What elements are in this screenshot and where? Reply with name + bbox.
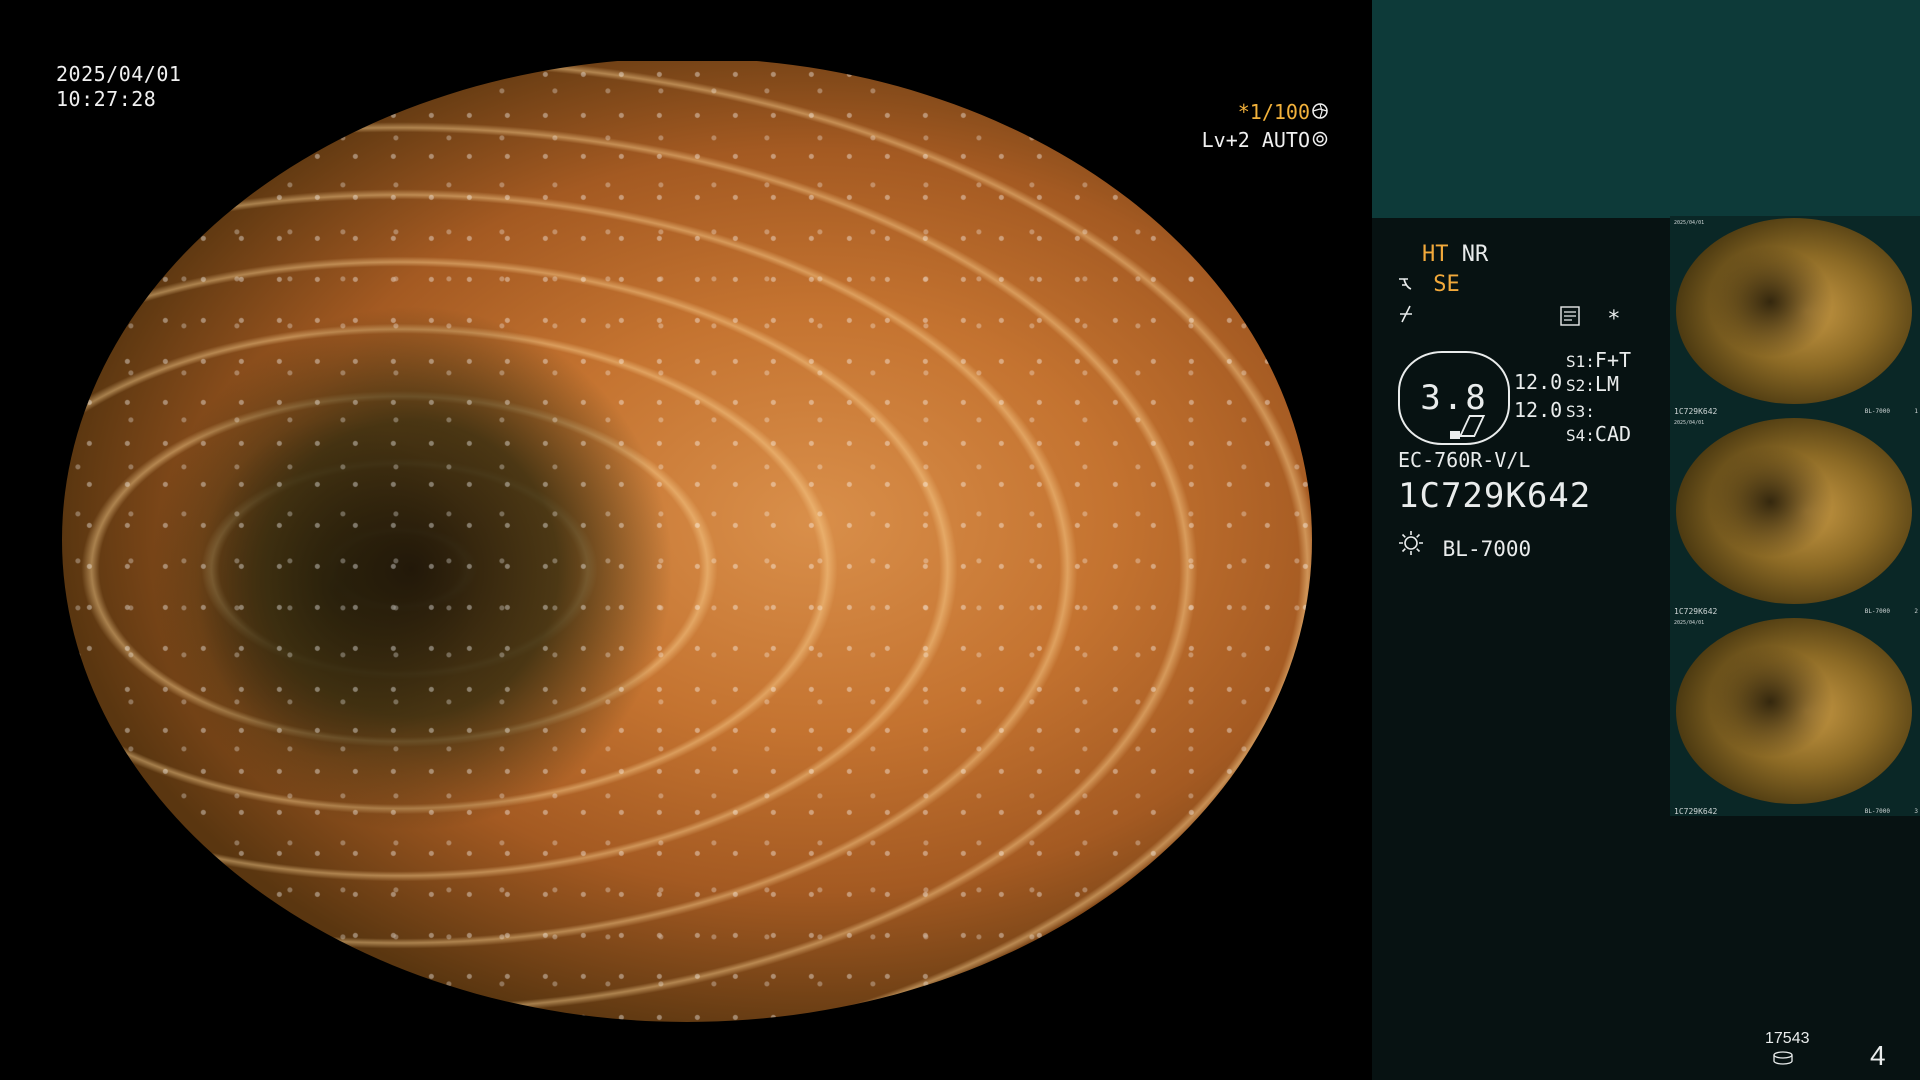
info-panel: HT NR SE * 3.8 12.0 12.0 S1:F+T S2:LM S3…	[1372, 0, 1920, 1080]
s4-label: S4:	[1566, 426, 1595, 445]
exposure-overlay: *1/100 Lv+2 AUTO	[1202, 98, 1330, 154]
s2-label: S2:	[1566, 376, 1595, 395]
endoscope-view: 2025/04/01 10:27:28 *1/100 Lv+2 AUTO	[0, 0, 1372, 1080]
page-number: 4	[1870, 1040, 1886, 1071]
light-source-model: BL-7000	[1442, 537, 1532, 561]
thumbnail-light: BL-7000	[1864, 808, 1890, 815]
value-top: 12.0	[1514, 370, 1563, 394]
thumbnail-image	[1676, 418, 1912, 604]
s2-value: LM	[1594, 372, 1619, 396]
thumbnail-image	[1676, 218, 1912, 404]
thumbnail-light: BL-7000	[1864, 408, 1890, 415]
thumbnail-image	[1676, 618, 1912, 804]
thumbnail-date: 2025/04/01	[1674, 220, 1705, 226]
image-counter: 17543	[1765, 1030, 1810, 1047]
thumbnail-number: 3	[1914, 808, 1918, 815]
se-label: SE	[1433, 272, 1460, 297]
thumbnail-caption: 1C729K642	[1674, 807, 1718, 816]
asterisk-indicator: *	[1607, 307, 1621, 332]
storage-icon	[1772, 1050, 1793, 1065]
structure-enhancement-icon	[1398, 272, 1433, 297]
gear-icon	[1310, 126, 1330, 154]
ht-label: HT	[1422, 242, 1449, 267]
date-label: 2025/04/01	[56, 62, 182, 86]
iris-level: Lv+2 AUTO	[1201, 128, 1310, 152]
thumbnail-number: 1	[1914, 408, 1918, 415]
thumbnail-number: 2	[1914, 608, 1918, 615]
memo-icon	[1560, 306, 1593, 332]
thumbnail[interactable]: 2025/04/01 1C729K642 BL-7000 3	[1670, 616, 1920, 816]
thumbnail[interactable]: 2025/04/01 1C729K642 BL-7000 1	[1670, 216, 1920, 416]
thumbnail-date: 2025/04/01	[1674, 620, 1705, 626]
thumbnail-light: BL-7000	[1864, 608, 1890, 615]
s1-value: F+T	[1594, 348, 1632, 372]
time-label: 10:27:28	[56, 87, 157, 111]
value-bottom: 12.0	[1514, 398, 1563, 422]
s1-label: S1:	[1566, 352, 1595, 371]
scope-model: EC-760R-V/L	[1398, 448, 1531, 472]
panel-header	[1372, 0, 1920, 218]
scope-serial: 1C729K642	[1398, 476, 1592, 516]
gauge-pointer-icon	[1458, 415, 1486, 437]
thumbnail-caption: 1C729K642	[1674, 407, 1718, 416]
gauge-value: 3.8	[1420, 378, 1488, 418]
datetime-overlay: 2025/04/01 10:27:28	[56, 62, 181, 112]
thumbnail-caption: 1C729K642	[1674, 607, 1718, 616]
nr-label: NR	[1461, 242, 1489, 267]
shutter-speed: *1/100	[1237, 100, 1310, 124]
thumbnail-date: 2025/04/01	[1674, 420, 1705, 426]
insertion-gauge: 3.8	[1398, 351, 1510, 445]
thumbnail[interactable]: 2025/04/01 1C729K642 BL-7000 2	[1670, 416, 1920, 616]
iris-icon	[1310, 98, 1330, 126]
s3-label: S3:	[1566, 402, 1595, 421]
light-source-icon	[1398, 531, 1437, 561]
s4-value: CAD	[1594, 422, 1632, 446]
endoscopic-image	[62, 61, 1312, 1022]
edge-icon	[1398, 304, 1420, 329]
